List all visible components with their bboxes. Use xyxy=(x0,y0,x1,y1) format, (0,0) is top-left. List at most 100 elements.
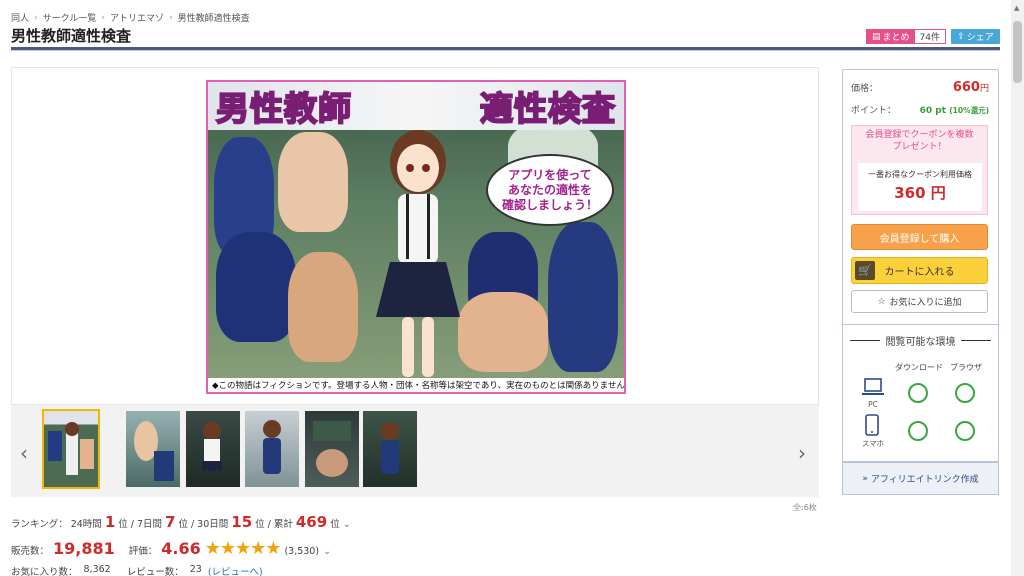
breadcrumb-item[interactable]: サークル一覧 xyxy=(43,11,97,24)
list-icon: ▤ xyxy=(872,31,881,42)
coupon-banner[interactable]: 会員登録でクーポンを複数 プレゼント！ 一番お得なクーポン利用価格 360 円 xyxy=(851,125,988,215)
point-row: ポイント： 60 pt (10%還元) xyxy=(851,103,989,116)
pc-browser-available-icon xyxy=(955,383,975,403)
breadcrumb-item: 男性教師適性検査 xyxy=(177,14,250,24)
share-button[interactable]: ⇪ シェア xyxy=(951,29,1000,44)
image-figure xyxy=(278,132,348,232)
image-caption: ◆この物語はフィクションです。登場する人物・団体・名称等は架空であり、実在のもの… xyxy=(208,378,624,392)
ranking-row: ランキング： 24時間 1 位 / 7日間 7 位 / 30日間 15 位 / … xyxy=(11,513,351,531)
price-unit: 円 xyxy=(979,84,989,94)
add-favorite-button[interactable]: ☆ お気に入りに追加 xyxy=(851,290,988,313)
sales-label: 販売数： xyxy=(11,546,50,557)
viewing-environment-title: 閲覧可能な環境 xyxy=(842,333,999,348)
chevron-right-icon: › xyxy=(34,12,38,23)
favorites-value: 8,362 xyxy=(83,564,111,575)
image-figure xyxy=(548,222,618,372)
favorites-reviews-row: お気に入り数： 8,362 レビュー数： 23 (レビューへ) xyxy=(11,564,263,576)
image-figure xyxy=(288,252,358,362)
reviews-link[interactable]: (レビューへ) xyxy=(208,564,263,576)
price-value: 660 xyxy=(952,80,980,95)
rating-count: (3,530) xyxy=(284,546,320,557)
point-note: (10%還元) xyxy=(949,106,989,115)
title-divider-thin xyxy=(11,50,1000,51)
image-title-banner: 男性教師 適性検査 xyxy=(208,82,624,130)
rating-label: 評価： xyxy=(128,546,158,557)
share-icon: ⇪ xyxy=(957,31,965,42)
add-to-cart-label: カートに入れる xyxy=(884,267,955,278)
scrollbar-thumb[interactable] xyxy=(1013,21,1022,83)
coupon-price-value: 360 円 xyxy=(894,184,946,202)
star-rating-icon: ★★★★★ xyxy=(204,538,282,559)
double-chevron-icon: » xyxy=(862,473,868,484)
matome-button[interactable]: ▤ まとめ 74件 xyxy=(866,29,946,44)
smartphone-icon xyxy=(865,414,879,436)
product-main-image[interactable]: 男性教師 適性検査 アプリを使って あなたの適性を 確認しましょう！ ◆この物語… xyxy=(206,80,626,394)
breadcrumb-item[interactable]: 同人 xyxy=(11,11,29,24)
ranking-unit: 位 xyxy=(255,519,265,530)
coupon-price-label: 一番お得なクーポン利用価格 xyxy=(868,170,972,179)
coupon-headline: 会員登録でクーポンを複数 プレゼント！ xyxy=(865,130,974,153)
affiliate-link-label: アフィリエイトリンク作成 xyxy=(870,475,979,485)
chevron-down-icon[interactable]: ⌄ xyxy=(323,546,331,557)
affiliate-link-button[interactable]: » アフィリエイトリンク作成 xyxy=(842,462,999,495)
pc-label: PC xyxy=(868,400,878,409)
star-outline-icon: ☆ xyxy=(877,296,886,307)
separator: / xyxy=(267,519,271,530)
character-illustration xyxy=(376,130,460,377)
thumbnail-count: 全:6枚 xyxy=(793,503,817,512)
breadcrumb: 同人 › サークル一覧 › アトリエマゾ › 男性教師適性検査 xyxy=(11,11,250,25)
matome-label: ▤ まとめ xyxy=(867,30,915,43)
reviews-value: 23 xyxy=(189,564,202,575)
image-title-right: 適性検査 xyxy=(479,88,616,129)
member-register-purchase-button[interactable]: 会員登録して購入 xyxy=(851,224,988,250)
coupon-price-box: 一番お得なクーポン利用価格 360 円 xyxy=(858,163,982,211)
add-to-cart-button[interactable]: 🛒 カートに入れる xyxy=(851,257,988,284)
thumbnail-2[interactable] xyxy=(126,411,180,487)
price-row: 価格： 660円 xyxy=(851,80,989,95)
chevron-right-icon: › xyxy=(101,12,105,23)
image-figure xyxy=(458,292,548,372)
ranking-unit: 位 xyxy=(118,519,128,530)
ranking-24h-value: 1 xyxy=(104,513,116,531)
sales-value: 19,881 xyxy=(53,539,115,558)
pc-icon xyxy=(862,378,884,395)
phone-browser-available-icon xyxy=(955,421,975,441)
ranking-24h-label: 24時間 xyxy=(70,519,102,530)
pc-download-available-icon xyxy=(908,383,928,403)
next-arrow-icon[interactable]: › xyxy=(798,441,806,465)
image-figure xyxy=(216,232,296,342)
ranking-unit: 位 xyxy=(178,519,188,530)
speech-bubble-text: アプリを使って あなたの適性を 確認しましょう！ xyxy=(501,167,598,212)
prev-arrow-icon[interactable]: ‹ xyxy=(20,441,28,465)
sales-rating-row: 販売数： 19,881 評価： 4.66 ★★★★★ (3,530) ⌄ xyxy=(11,538,331,559)
thumbnail-3[interactable] xyxy=(186,411,240,487)
separator: / xyxy=(130,519,134,530)
point-label: ポイント： xyxy=(851,106,897,116)
ranking-7d-value: 7 xyxy=(165,513,176,531)
thumbnail-1[interactable] xyxy=(42,409,100,489)
add-favorite-label: お気に入りに追加 xyxy=(889,298,962,308)
ranking-30d-label: 30日間 xyxy=(197,519,229,530)
thumbnail-4[interactable] xyxy=(245,411,299,487)
image-title-left: 男性教師 xyxy=(215,88,352,129)
thumbnail-6[interactable] xyxy=(363,411,417,487)
cart-icon: 🛒 xyxy=(855,261,875,280)
ranking-total-label: 累計 xyxy=(273,519,293,530)
ranking-30d-value: 15 xyxy=(231,513,253,531)
phone-download-available-icon xyxy=(908,421,928,441)
ranking-unit: 位 xyxy=(330,519,340,530)
chevron-right-icon: › xyxy=(168,12,173,23)
separator: / xyxy=(190,519,195,530)
smartphone-label: スマホ xyxy=(861,439,885,448)
price-label: 価格： xyxy=(851,84,879,94)
favorites-label: お気に入り数： xyxy=(11,567,78,576)
scrollbar[interactable]: ▲ xyxy=(1011,0,1024,576)
page-title: 男性教師適性検査 xyxy=(11,27,132,45)
scroll-up-icon[interactable]: ▲ xyxy=(1014,4,1019,12)
chevron-down-icon[interactable]: ⌄ xyxy=(343,519,351,530)
breadcrumb-item[interactable]: アトリエマゾ xyxy=(110,11,164,24)
ranking-total-value: 469 xyxy=(295,513,328,531)
rating-value: 4.66 xyxy=(161,539,201,558)
thumbnail-5[interactable] xyxy=(305,411,359,487)
ranking-label: ランキング： xyxy=(11,519,68,530)
